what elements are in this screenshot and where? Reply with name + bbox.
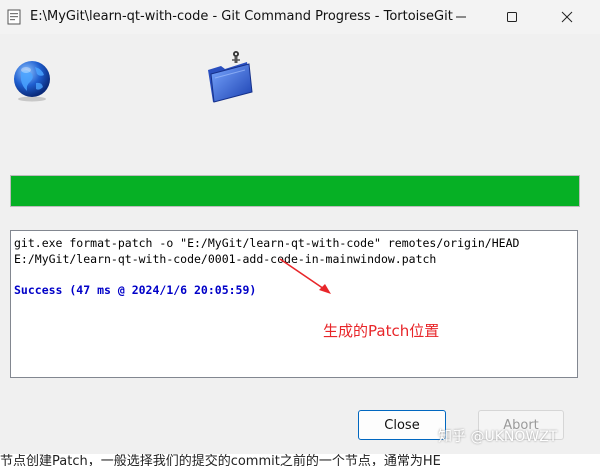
watermark: 知乎 @UKNOWZT <box>438 429 558 445</box>
annotation-arrow-icon <box>279 258 331 294</box>
folder-icon <box>208 51 253 103</box>
bottom-article-strip: 节点创建Patch，一般选择我们的提交的commit之前的一个节点，通常为HE <box>0 454 600 466</box>
bottom-article-text: 节点创建Patch，一般选择我们的提交的commit之前的一个节点，通常为HE <box>0 454 441 466</box>
maximize-icon <box>507 12 517 22</box>
tortoisegit-app-icon <box>7 9 21 25</box>
close-window-button[interactable] <box>555 6 579 28</box>
window-title: E:\MyGit\learn-qt-with-code - Git Comman… <box>30 9 453 24</box>
minimize-icon <box>456 16 466 18</box>
minimize-button[interactable] <box>449 6 473 28</box>
maximize-button[interactable] <box>500 6 524 28</box>
progress-bar <box>10 175 580 207</box>
progress-fill <box>11 176 579 206</box>
log-line-patch-path: E:/MyGit/learn-qt-with-code/0001-add-cod… <box>14 252 437 266</box>
globe-icon <box>14 61 50 102</box>
close-icon <box>561 11 573 23</box>
title-bar: E:\MyGit\learn-qt-with-code - Git Comman… <box>0 0 600 34</box>
close-button[interactable]: Close <box>358 410 446 440</box>
log-line-success: Success (47 ms @ 2024/1/6 20:05:59) <box>14 283 257 297</box>
log-line-command: git.exe format-patch -o "E:/MyGit/learn-… <box>14 236 520 250</box>
annotation-label: 生成的Patch位置 <box>323 322 440 340</box>
